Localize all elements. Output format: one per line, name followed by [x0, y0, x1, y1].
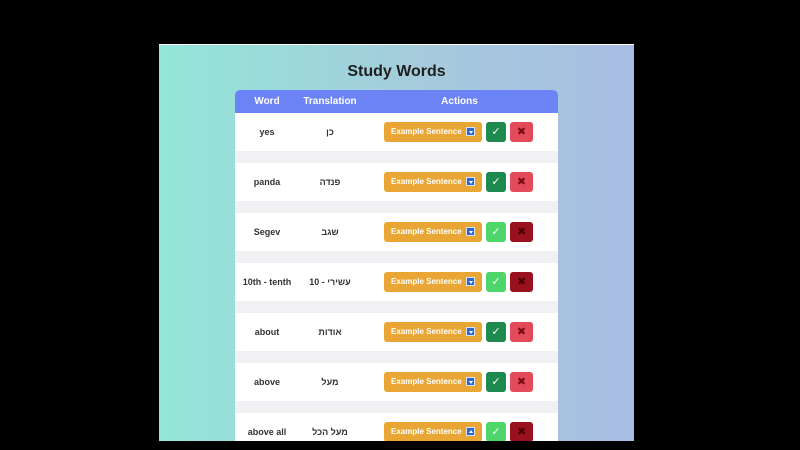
row-separator	[235, 301, 558, 313]
column-header-actions: Actions	[441, 96, 478, 107]
word-cell: yes	[259, 127, 275, 137]
translation-cell: שגב	[321, 227, 339, 237]
check-icon: ✓	[491, 226, 501, 238]
table-body: yes כן Example Sentence ✓ ✖ panda פנדה Example …	[235, 113, 558, 441]
example-sentence-button[interactable]: Example Sentence	[384, 122, 482, 142]
remove-word-button[interactable]: ✖	[510, 122, 533, 142]
row-separator	[235, 151, 558, 163]
table-row: above מעל Example Sentence ✓ ✖	[235, 363, 558, 401]
word-cell: about	[254, 327, 280, 337]
remove-word-button[interactable]: ✖	[510, 272, 533, 292]
close-icon: ✖	[516, 226, 527, 238]
table-row: panda פנדה Example Sentence ✓ ✖	[235, 163, 558, 201]
check-icon: ✓	[491, 326, 501, 338]
table-row: Segev שגב Example Sentence ✓ ✖	[235, 213, 558, 251]
chevron-up-icon	[466, 427, 475, 436]
word-cell: above all	[247, 427, 287, 437]
example-sentence-label: Example Sentence	[391, 327, 462, 336]
check-icon: ✓	[491, 276, 501, 288]
translation-cell: אודות	[318, 327, 342, 337]
mark-known-button[interactable]: ✓	[486, 272, 506, 292]
table-row: 10th - tenth עשירי - 10 Example Sentence ✓ ✖	[235, 263, 558, 301]
column-header-translation: Translation	[303, 96, 357, 107]
chevron-down-icon	[466, 177, 475, 186]
column-header-word: Word	[254, 96, 280, 107]
example-sentence-button[interactable]: Example Sentence	[384, 222, 482, 242]
example-sentence-label: Example Sentence	[391, 127, 462, 136]
table-row: about אודות Example Sentence ✓ ✖	[235, 313, 558, 351]
close-icon: ✖	[516, 426, 527, 438]
close-icon: ✖	[516, 176, 527, 188]
remove-word-button[interactable]: ✖	[510, 222, 533, 242]
chevron-down-icon	[466, 327, 475, 336]
remove-word-button[interactable]: ✖	[510, 372, 533, 392]
check-icon: ✓	[491, 126, 501, 138]
chevron-down-icon	[466, 227, 475, 236]
row-separator	[235, 351, 558, 363]
translation-cell: עשירי - 10	[309, 277, 351, 287]
example-sentence-label: Example Sentence	[391, 427, 462, 436]
example-sentence-button[interactable]: Example Sentence	[384, 372, 482, 392]
check-icon: ✓	[491, 376, 501, 388]
example-sentence-label: Example Sentence	[391, 377, 462, 386]
example-sentence-label: Example Sentence	[391, 227, 462, 236]
check-icon: ✓	[491, 176, 501, 188]
close-icon: ✖	[516, 126, 527, 138]
example-sentence-button[interactable]: Example Sentence	[384, 272, 482, 292]
close-icon: ✖	[516, 376, 527, 388]
word-cell: 10th - tenth	[242, 277, 292, 287]
close-icon: ✖	[516, 326, 527, 338]
page-title: Study Words	[347, 63, 446, 80]
translation-cell: פנדה	[319, 177, 341, 187]
remove-word-button[interactable]: ✖	[510, 172, 533, 192]
row-separator	[235, 401, 558, 413]
table-header: Word Translation Actions	[235, 90, 558, 113]
translation-cell: מעל הכל	[312, 427, 348, 437]
translation-cell: כן	[326, 127, 334, 137]
remove-word-button[interactable]: ✖	[510, 422, 533, 441]
translation-cell: מעל	[321, 377, 339, 387]
example-sentence-button[interactable]: Example Sentence	[384, 172, 482, 192]
mark-known-button[interactable]: ✓	[486, 372, 506, 392]
table-row: yes כן Example Sentence ✓ ✖	[235, 113, 558, 151]
app-frame: Study Words Word Translation Actions yes…	[159, 44, 634, 441]
chevron-down-icon	[466, 277, 475, 286]
mark-known-button[interactable]: ✓	[486, 422, 506, 441]
chevron-down-icon	[466, 377, 475, 386]
row-separator	[235, 201, 558, 213]
example-sentence-button[interactable]: Example Sentence	[384, 322, 482, 342]
row-separator	[235, 251, 558, 263]
chevron-down-icon	[466, 127, 475, 136]
example-sentence-label: Example Sentence	[391, 277, 462, 286]
example-sentence-label: Example Sentence	[391, 177, 462, 186]
frame-top-border	[159, 44, 634, 45]
close-icon: ✖	[516, 276, 527, 288]
word-cell: above	[253, 377, 280, 387]
mark-known-button[interactable]: ✓	[486, 222, 506, 242]
mark-known-button[interactable]: ✓	[486, 322, 506, 342]
mark-known-button[interactable]: ✓	[486, 172, 506, 192]
example-sentence-button[interactable]: Example Sentence	[384, 422, 482, 441]
check-icon: ✓	[491, 426, 501, 438]
remove-word-button[interactable]: ✖	[510, 322, 533, 342]
word-cell: panda	[253, 177, 281, 187]
mark-known-button[interactable]: ✓	[486, 122, 506, 142]
table-row: above all מעל הכל Example Sentence ✓ ✖	[235, 413, 558, 441]
words-table: Word Translation Actions yes כן Example Se…	[235, 90, 558, 441]
word-cell: Segev	[253, 227, 281, 237]
